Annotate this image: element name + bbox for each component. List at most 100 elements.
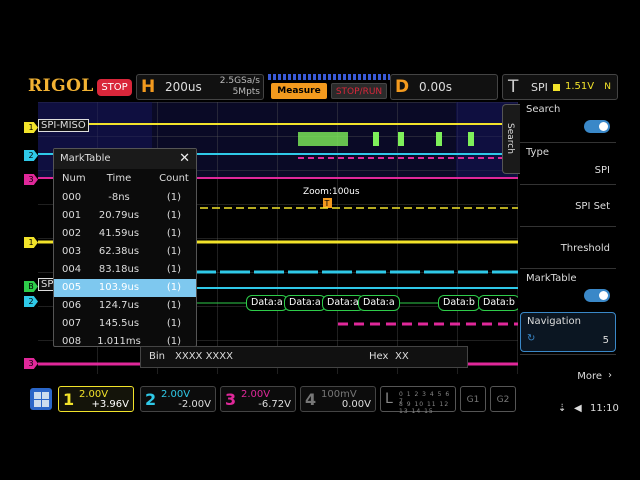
row-num: 000 <box>62 192 82 203</box>
bin-value[interactable]: XXXX XXXX <box>175 351 233 362</box>
channel-number: 4 <box>305 390 317 409</box>
run-state-badge: STOP <box>97 79 132 96</box>
ch1-marker[interactable]: 1 <box>24 122 38 133</box>
mark-table-row[interactable]: 004 83.18us (1) <box>54 261 196 279</box>
row-num: 008 <box>62 336 82 347</box>
mark-table-row[interactable]: 001 20.79us (1) <box>54 207 196 225</box>
more-item[interactable]: More › <box>520 354 616 396</box>
trigger-box[interactable]: T SPI 1.51V N <box>502 74 618 100</box>
search-menu-panel: Search Type SPI SPI Set Threshold MarkTa… <box>520 100 620 396</box>
row-count: (1) <box>166 264 182 275</box>
type-value: SPI <box>594 165 610 176</box>
trigger-channel-chip <box>553 84 560 91</box>
delay-value: 0.00s <box>419 80 452 94</box>
mark-table-column-headers: Num Time Count <box>54 169 196 189</box>
row-count: (1) <box>166 318 182 329</box>
measure-button[interactable]: Measure <box>271 83 327 99</box>
search-toggle[interactable] <box>584 120 610 133</box>
memory-depth: 5Mpts <box>232 87 260 97</box>
generator-1-box[interactable]: G1 <box>460 386 486 412</box>
navigation-label: Navigation <box>527 316 581 327</box>
channel-number: 3 <box>225 390 237 409</box>
mark-table-panel[interactable]: MarkTable ✕ Num Time Count 000 -8ns (1) 001… <box>53 148 197 347</box>
row-time: -8ns <box>108 192 130 203</box>
navigation-value: 5 <box>602 335 609 346</box>
col-num: Num <box>62 173 86 184</box>
knob-icon: ↻ <box>527 333 536 344</box>
mark-table-row[interactable]: 007 145.5us (1) <box>54 315 196 333</box>
close-icon[interactable]: ✕ <box>179 149 190 169</box>
horizontal-letter: H <box>141 77 156 97</box>
marktable-label: MarkTable <box>526 273 577 284</box>
mark-table-body: 000 -8ns (1) 001 20.79us (1) 002 41.59us (1) 003 6… <box>54 189 196 351</box>
mark-table-row[interactable]: 006 124.7us (1) <box>54 297 196 315</box>
row-num: 007 <box>62 318 82 329</box>
hex-label: Hex <box>369 351 389 362</box>
app-menu-button[interactable] <box>30 388 52 410</box>
row-time: 145.5us <box>98 318 140 329</box>
delay-letter: D <box>395 77 410 97</box>
logic-letter: L <box>385 391 393 407</box>
row-num: 004 <box>62 264 82 275</box>
zoom-label: Zoom:100us <box>303 187 360 197</box>
clock-time: 11:10 <box>590 403 619 414</box>
search-label: Search <box>526 104 561 115</box>
spi-set-item[interactable]: SPI Set <box>520 184 616 226</box>
overview-ch2-burst <box>298 132 474 146</box>
marktable-item[interactable]: MarkTable <box>520 268 616 310</box>
mark-table-row[interactable]: 002 41.59us (1) <box>54 225 196 243</box>
row-count: (1) <box>166 210 182 221</box>
ch3-marker-zoom[interactable]: 3 <box>24 358 38 369</box>
search-side-tab-label: Search <box>505 123 515 154</box>
row-count: (1) <box>166 228 182 239</box>
generator-2-box[interactable]: G2 <box>490 386 516 412</box>
trigger-mode: N <box>604 82 611 92</box>
mark-table-row[interactable]: 003 62.38us (1) <box>54 243 196 261</box>
sample-rate: 2.5GSa/s <box>219 76 260 86</box>
channel-offset: 0.00V <box>341 399 371 410</box>
zoom-trigger-marker-letter: T <box>324 199 330 208</box>
memory-overview-strip <box>268 74 390 80</box>
delay-box[interactable]: D 0.00s <box>390 74 498 100</box>
row-num: 002 <box>62 228 82 239</box>
decode-packet: Data:a <box>358 295 400 311</box>
ch3-marker-overview[interactable]: 3 <box>24 174 38 185</box>
speaker-icon: ◀ <box>574 403 582 414</box>
search-enable-item[interactable]: Search <box>520 100 616 142</box>
stop-run-button[interactable]: STOP/RUN <box>331 83 387 99</box>
channel-1-box[interactable]: 1 2.00V +3.96V <box>58 386 134 412</box>
search-side-tab[interactable]: Search <box>502 104 520 174</box>
threshold-item[interactable]: Threshold <box>520 226 616 268</box>
row-time: 20.79us <box>98 210 140 221</box>
type-label: Type <box>526 147 549 158</box>
channel-3-box[interactable]: 3 2.00V -6.72V <box>220 386 296 412</box>
decode-packet: Data:b <box>438 295 480 311</box>
row-num: 006 <box>62 300 82 311</box>
row-time: 62.38us <box>98 246 140 257</box>
horizontal-timebase-box[interactable]: H 200us 2.5GSa/s 5Mpts <box>136 74 264 100</box>
logic-box[interactable]: L 0 1 2 3 4 5 6 7 8 9 10 11 12 13 14 15 <box>380 386 456 415</box>
channel-offset: -2.00V <box>178 399 211 410</box>
hex-value[interactable]: XX <box>395 351 409 362</box>
channel-number: 2 <box>145 390 157 409</box>
mark-table-row[interactable]: 000 -8ns (1) <box>54 189 196 207</box>
bus-marker[interactable]: B <box>24 281 38 292</box>
bin-label: Bin <box>149 351 165 362</box>
timebase-value: 200us <box>165 80 202 94</box>
row-count: (1) <box>166 300 182 311</box>
marktable-toggle[interactable] <box>584 289 610 302</box>
navigation-item[interactable]: Navigation ↻ 5 <box>520 312 616 352</box>
row-count: (1) <box>166 282 182 293</box>
rigol-logo: RIGOL <box>28 76 94 96</box>
ch1-marker-zoom[interactable]: 1 <box>24 237 38 248</box>
ch2-marker-overview[interactable]: 2 <box>24 150 38 161</box>
row-count: (1) <box>166 192 182 203</box>
mark-table-header: MarkTable ✕ <box>54 149 196 169</box>
channel-2-box[interactable]: 2 2.00V -2.00V <box>140 386 216 412</box>
ch2-marker-zoom[interactable]: 2 <box>24 296 38 307</box>
type-item[interactable]: Type SPI <box>520 142 616 184</box>
mark-table-row[interactable]: 005 103.9us (1) <box>54 279 196 297</box>
channel-offset: +3.96V <box>91 399 130 410</box>
channel-4-box[interactable]: 4 100mV 0.00V <box>300 386 376 412</box>
usb-icon: ⇣ <box>558 403 567 414</box>
